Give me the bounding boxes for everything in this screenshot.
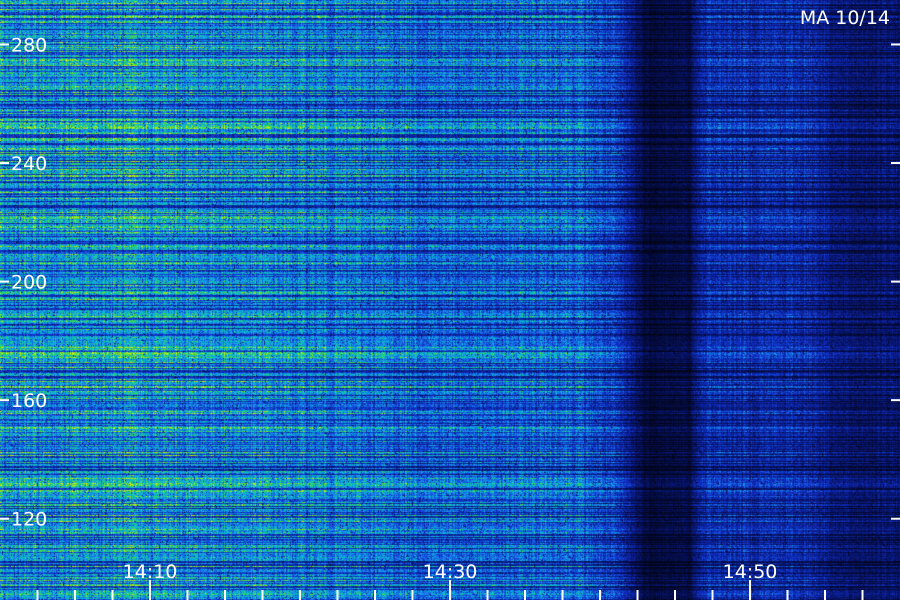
y-tick-label: 120 xyxy=(11,509,47,531)
x-axis: 14:10 14:30 14:50 xyxy=(36,561,864,600)
x-tick-label: 14:10 xyxy=(123,561,178,583)
y-tick-label: 240 xyxy=(11,153,47,175)
y-tick-label: 200 xyxy=(11,272,47,294)
axis-overlay: 120 160 200 240 280 14:10 14:30 14:50 MA 10/14 xyxy=(0,7,900,600)
y-tick-label: 160 xyxy=(11,390,47,412)
x-tick-label: 14:50 xyxy=(723,561,778,583)
y-tick-label: 280 xyxy=(11,34,47,56)
y-axis: 120 160 200 240 280 xyxy=(0,34,900,531)
spectrogram-plot: 120 160 200 240 280 14:10 14:30 14:50 MA 10/14 xyxy=(0,0,900,600)
x-tick-label: 14:30 xyxy=(423,561,478,583)
chart-title: MA 10/14 xyxy=(800,7,890,29)
